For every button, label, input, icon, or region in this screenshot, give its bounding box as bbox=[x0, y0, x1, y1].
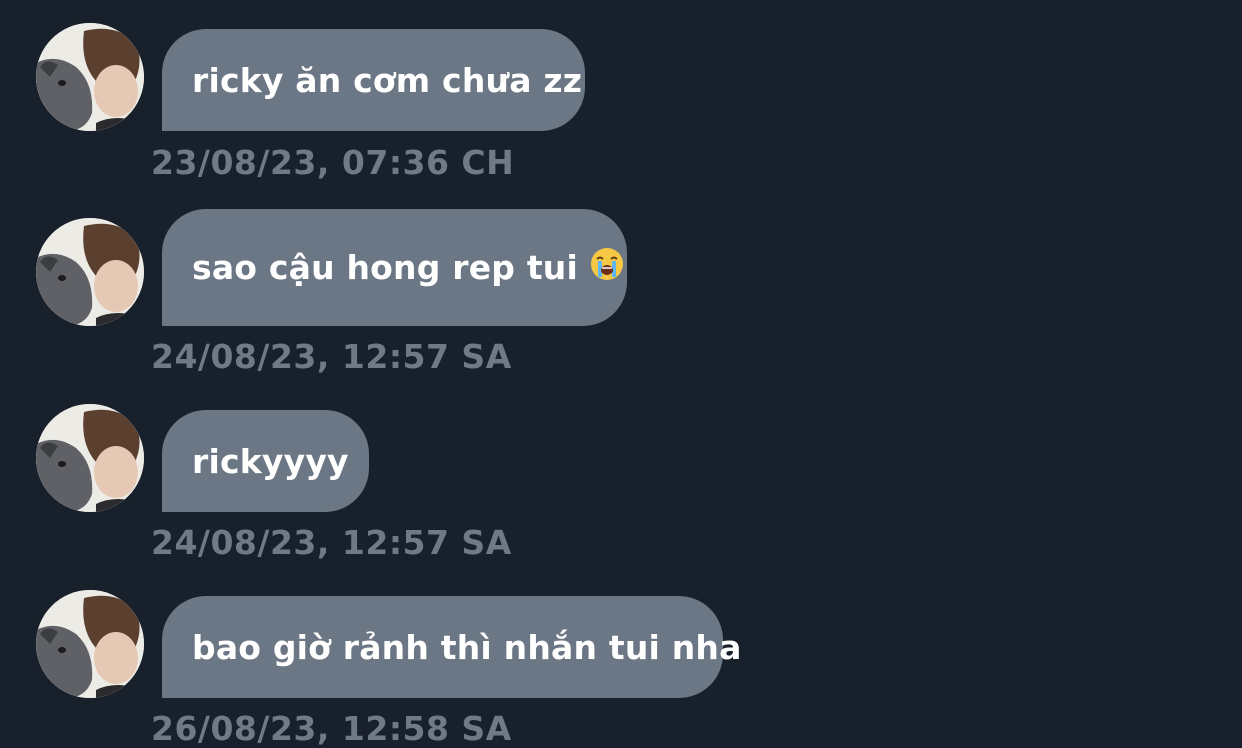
message-text: rickyyyy bbox=[192, 441, 349, 481]
avatar[interactable] bbox=[36, 590, 144, 698]
avatar[interactable] bbox=[36, 23, 144, 131]
message-timestamp: 24/08/23, 12:57 SA bbox=[151, 523, 512, 562]
message-bubble[interactable]: rickyyyy bbox=[162, 410, 369, 512]
avatar[interactable] bbox=[36, 404, 144, 512]
message-bubble[interactable]: sao cậu hong rep tui bbox=[162, 209, 627, 326]
message-timestamp: 26/08/23, 12:58 SA bbox=[151, 709, 512, 748]
message-bubble[interactable]: bao giờ rảnh thì nhắn tui nha bbox=[162, 596, 741, 698]
message-text: ricky ăn cơm chưa zz bbox=[192, 60, 583, 100]
message-text: sao cậu hong rep tui bbox=[192, 248, 578, 287]
message-timestamp: 23/08/23, 07:36 CH bbox=[151, 143, 515, 182]
message-timestamp: 24/08/23, 12:57 SA bbox=[151, 337, 512, 376]
avatar[interactable] bbox=[36, 218, 144, 326]
message-text: bao giờ rảnh thì nhắn tui nha bbox=[192, 627, 742, 667]
loudly-crying-face-icon bbox=[590, 247, 624, 289]
message-thread: ricky ăn cơm chưa zz 23/08/23, 07:36 CH … bbox=[0, 0, 1242, 748]
message-bubble[interactable]: ricky ăn cơm chưa zz bbox=[162, 29, 585, 131]
